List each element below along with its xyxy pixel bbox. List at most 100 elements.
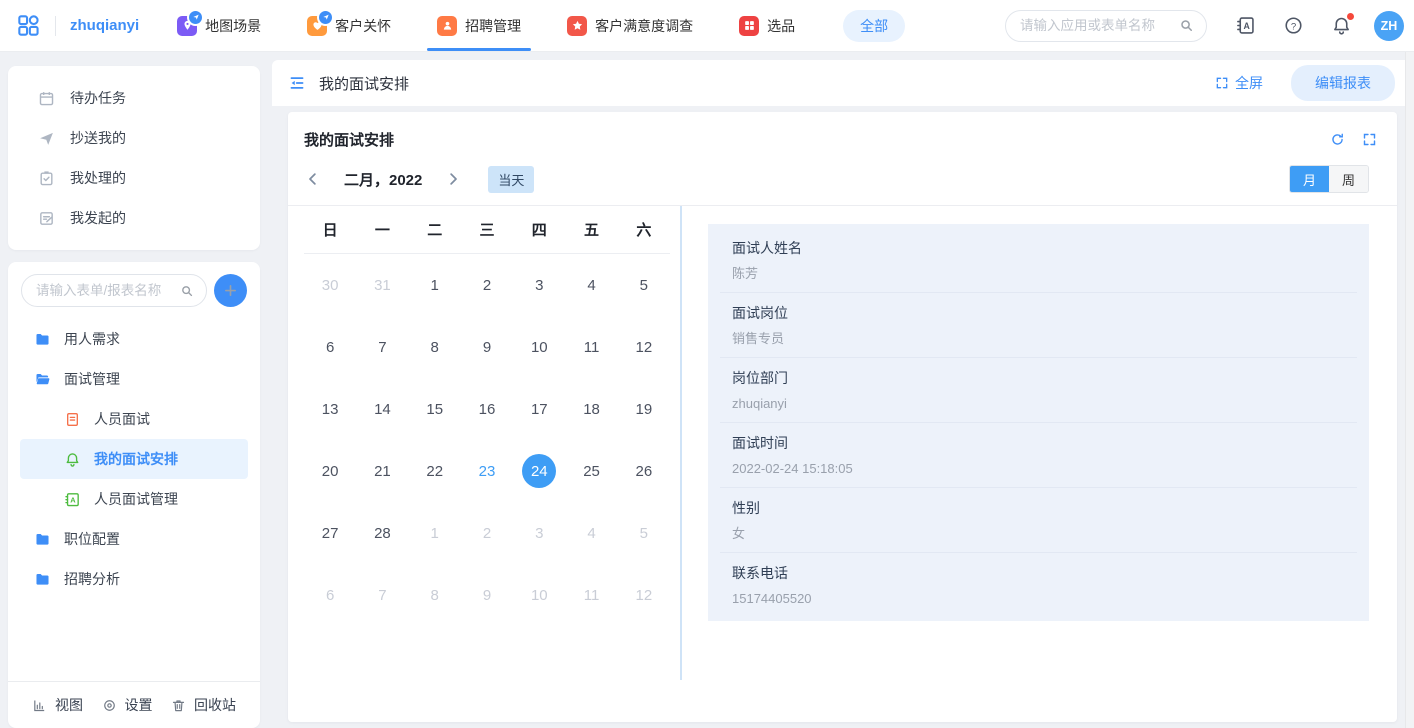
folder-icon <box>34 531 51 548</box>
report-card: 我的面试安排 二月，2022 当天 月周 日一二三四五六 30311234567… <box>288 112 1397 722</box>
form-search-box[interactable] <box>21 274 207 307</box>
day-cell[interactable]: 18 <box>565 378 617 440</box>
day-cell[interactable]: 5 <box>618 502 670 564</box>
day-cell[interactable]: 7 <box>356 564 408 626</box>
heart-icon <box>307 16 327 36</box>
day-cell[interactable]: 19 <box>618 378 670 440</box>
form-search-input[interactable] <box>34 282 180 299</box>
app-tab[interactable]: 选品 <box>739 0 795 51</box>
footer-item-视图[interactable]: 视图 <box>32 695 83 715</box>
day-cell[interactable]: 31 <box>356 254 408 316</box>
view-week-button[interactable]: 周 <box>1329 166 1368 192</box>
fullscreen-link[interactable]: 全屏 <box>1215 73 1263 93</box>
view-month-button[interactable]: 月 <box>1290 166 1329 192</box>
day-cell[interactable]: 17 <box>513 378 565 440</box>
day-cell[interactable]: 10 <box>513 564 565 626</box>
day-cell[interactable]: 1 <box>409 502 461 564</box>
sidebar-item-抄送我的[interactable]: 抄送我的 <box>8 118 260 158</box>
day-cell[interactable]: 5 <box>618 254 670 316</box>
day-cell[interactable]: 22 <box>409 440 461 502</box>
chevron-left-icon[interactable] <box>304 170 322 188</box>
card-fullscreen-icon[interactable] <box>1362 132 1377 147</box>
apps-grid-icon[interactable] <box>16 13 41 38</box>
edit-report-button[interactable]: 编辑报表 <box>1291 65 1395 101</box>
day-cell[interactable]: 10 <box>513 316 565 378</box>
day-cell[interactable]: 2 <box>461 502 513 564</box>
day-cell[interactable]: 4 <box>565 502 617 564</box>
notification-bell-icon[interactable] <box>1331 15 1352 36</box>
search-icon[interactable] <box>180 284 194 298</box>
day-cell[interactable]: 12 <box>618 564 670 626</box>
day-cell[interactable]: 3 <box>513 254 565 316</box>
sidebar-item-我处理的[interactable]: 我处理的 <box>8 158 260 198</box>
workspace-name[interactable]: zhuqianyi <box>70 17 139 34</box>
detail-value: zhuqianyi <box>732 396 1345 412</box>
app-tab[interactable]: 地图场景 <box>177 0 261 51</box>
sidebar-item-我发起的[interactable]: 我发起的 <box>8 198 260 238</box>
day-cell[interactable]: 2 <box>461 254 513 316</box>
tree-item-我的面试安排[interactable]: 我的面试安排 <box>20 439 248 479</box>
day-cell[interactable]: 6 <box>304 316 356 378</box>
detail-label: 性别 <box>732 499 1345 517</box>
day-cell[interactable]: 7 <box>356 316 408 378</box>
tree-item-人员面试[interactable]: 人员面试 <box>20 399 248 439</box>
footer-item-设置[interactable]: 设置 <box>102 695 153 715</box>
all-apps-button[interactable]: 全部 <box>843 10 905 42</box>
day-cell[interactable]: 27 <box>304 502 356 564</box>
form-icon <box>64 411 81 428</box>
today-button[interactable]: 当天 <box>488 166 534 193</box>
collapse-sidebar-icon[interactable] <box>288 74 306 92</box>
topbar-search[interactable] <box>1005 10 1207 42</box>
day-cell[interactable]: 12 <box>618 316 670 378</box>
day-cell[interactable]: 11 <box>565 316 617 378</box>
day-cell[interactable]: 9 <box>461 316 513 378</box>
main: 我的面试安排 全屏 编辑报表 我的面试安排 二月，2022 <box>272 52 1405 728</box>
day-cell[interactable]: 20 <box>304 440 356 502</box>
day-cell[interactable]: 1 <box>409 254 461 316</box>
sidebar-item-label: 我处理的 <box>70 168 126 188</box>
help-icon[interactable]: ? <box>1283 15 1304 36</box>
page-scrollbar[interactable] <box>1405 52 1414 728</box>
refresh-icon[interactable] <box>1330 132 1345 147</box>
contacts-icon[interactable]: A <box>1235 15 1256 36</box>
day-cell[interactable]: 23 <box>461 440 513 502</box>
day-cell-selected[interactable]: 24 <box>513 440 565 502</box>
day-cell[interactable]: 3 <box>513 502 565 564</box>
day-grid: 3031123456789101112131415161718192021222… <box>304 254 670 626</box>
day-cell[interactable]: 14 <box>356 378 408 440</box>
day-cell[interactable]: 28 <box>356 502 408 564</box>
day-cell[interactable]: 11 <box>565 564 617 626</box>
day-cell[interactable]: 15 <box>409 378 461 440</box>
day-cell[interactable]: 26 <box>618 440 670 502</box>
tree-item-用人需求[interactable]: 用人需求 <box>20 319 248 359</box>
tree-item-职位配置[interactable]: 职位配置 <box>20 519 248 559</box>
day-cell[interactable]: 9 <box>461 564 513 626</box>
avatar[interactable]: ZH <box>1374 11 1404 41</box>
app-tab[interactable]: 招聘管理 <box>437 0 521 51</box>
day-cell[interactable]: 16 <box>461 378 513 440</box>
day-cell[interactable]: 21 <box>356 440 408 502</box>
day-cell[interactable]: 4 <box>565 254 617 316</box>
chevron-right-icon[interactable] <box>444 170 462 188</box>
weekday-label: 四 <box>513 219 565 240</box>
day-cell[interactable]: 8 <box>409 564 461 626</box>
search-icon[interactable] <box>1179 18 1194 33</box>
sidebar-item-待办任务[interactable]: 待办任务 <box>8 78 260 118</box>
tree-item-招聘分析[interactable]: 招聘分析 <box>20 559 248 599</box>
interview-detail-panel: 面试人姓名陈芳面试岗位销售专员岗位部门zhuqianyi面试时间2022-02-… <box>708 224 1369 621</box>
app-tab[interactable]: 客户满意度调查 <box>567 0 693 51</box>
day-cell[interactable]: 13 <box>304 378 356 440</box>
plus-icon <box>223 283 238 298</box>
card-title: 我的面试安排 <box>304 129 394 150</box>
day-cell[interactable]: 25 <box>565 440 617 502</box>
app-tab[interactable]: 客户关怀 <box>307 0 391 51</box>
day-cell[interactable]: 30 <box>304 254 356 316</box>
tree-item-面试管理[interactable]: 面试管理 <box>20 359 248 399</box>
day-cell[interactable]: 8 <box>409 316 461 378</box>
add-button[interactable] <box>214 274 247 307</box>
tree-item-人员面试管理[interactable]: A人员面试管理 <box>20 479 248 519</box>
footer-item-回收站[interactable]: 回收站 <box>171 695 236 715</box>
forms-card: 用人需求面试管理人员面试我的面试安排A人员面试管理职位配置招聘分析 视图设置回收… <box>8 262 260 728</box>
day-cell[interactable]: 6 <box>304 564 356 626</box>
topbar-search-input[interactable] <box>1018 17 1179 34</box>
